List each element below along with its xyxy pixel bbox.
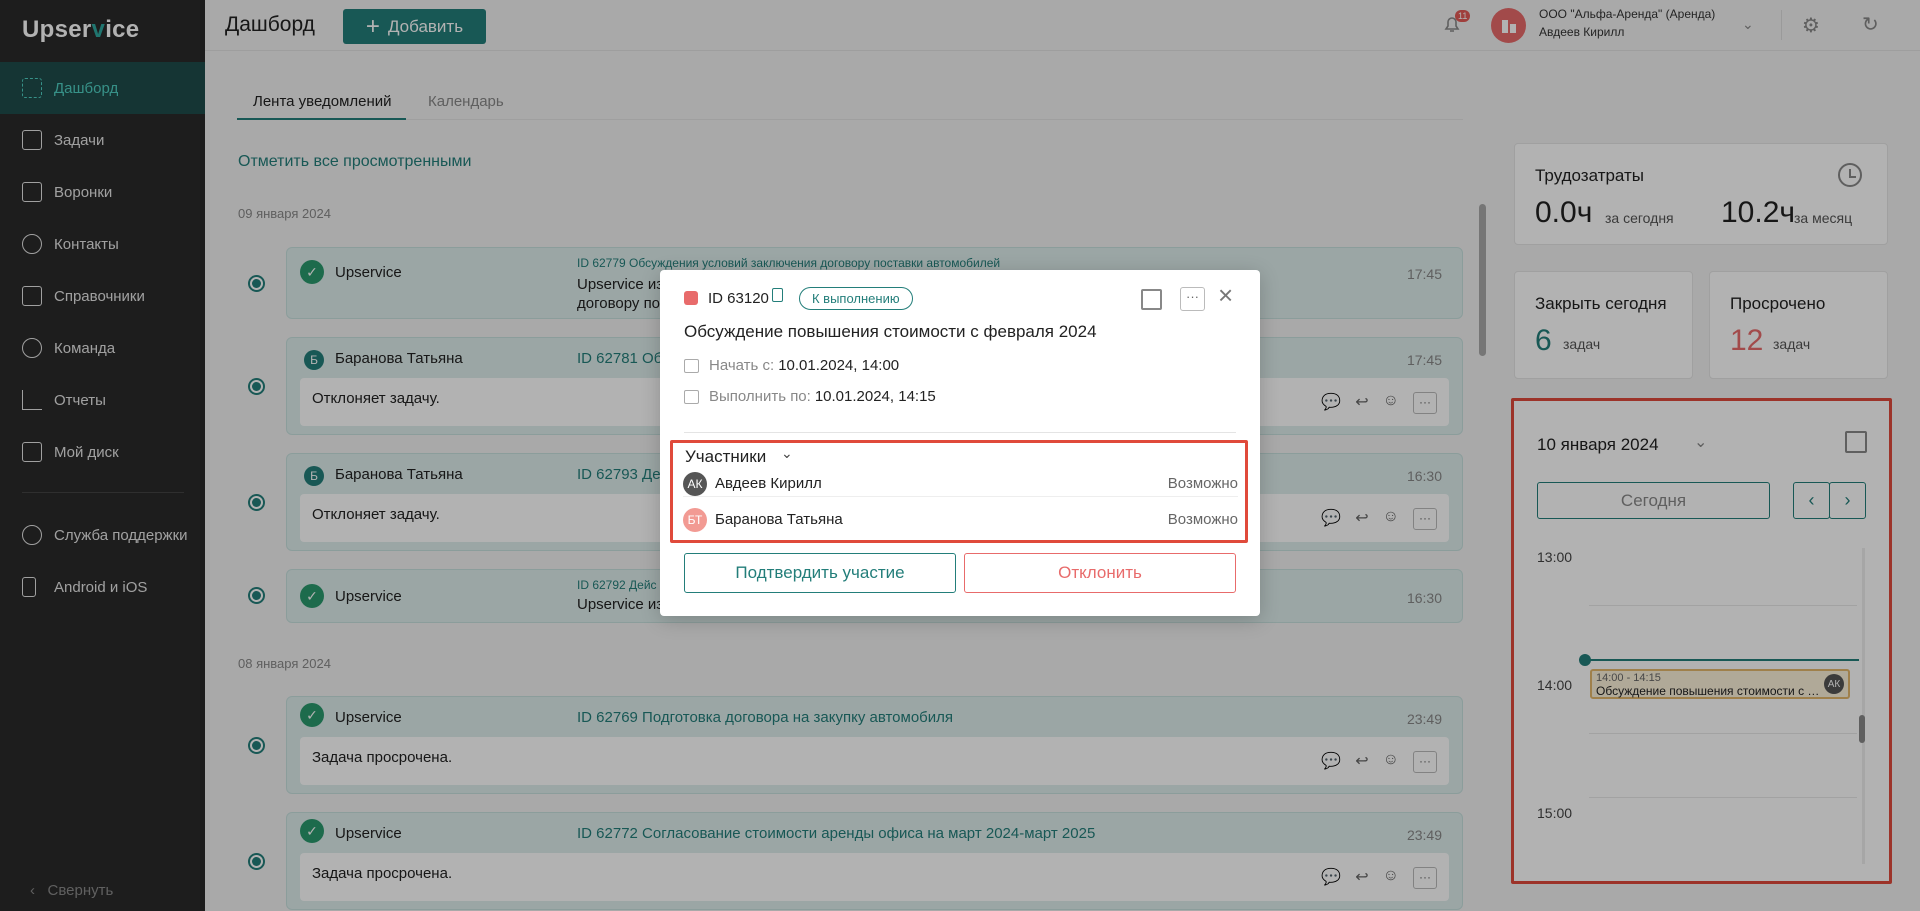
avatar: БТ — [683, 508, 707, 532]
modal-divider — [684, 432, 1236, 433]
copy-icon[interactable] — [772, 288, 783, 302]
calendar-icon — [684, 358, 699, 373]
participant-name: Баранова Татьяна — [715, 511, 843, 528]
participant-row: БТ Баранова Татьяна Возможно — [683, 506, 1238, 532]
confirm-participation-button[interactable]: Подтвердить участие — [684, 553, 956, 593]
participant-divider — [683, 496, 1238, 497]
task-modal: ID 63120 К выполнению ··· × Обсуждение п… — [660, 270, 1260, 616]
status-badge[interactable]: К выполнению — [799, 287, 913, 310]
start-date-row: Начать с: 10.01.2024, 14:00 — [684, 357, 899, 374]
participant-row: АК Авдеев Кирилл Возможно — [683, 470, 1238, 496]
open-external-icon[interactable] — [1141, 289, 1162, 310]
flag-icon — [684, 291, 698, 305]
more-icon[interactable]: ··· — [1180, 287, 1205, 311]
due-date: 10.01.2024, 14:15 — [814, 388, 936, 405]
participants-section: Участники ⌄ АК Авдеев Кирилл Возможно БТ… — [670, 440, 1248, 543]
participants-header[interactable]: Участники — [685, 447, 766, 467]
start-date: 10.01.2024, 14:00 — [778, 357, 900, 374]
due-date-row: Выполнить по: 10.01.2024, 14:15 — [684, 388, 936, 405]
task-id: ID 63120 — [708, 290, 769, 307]
modal-title: Обсуждение повышения стоимости с февраля… — [684, 322, 1097, 341]
participant-name: Авдеев Кирилл — [715, 475, 822, 492]
participant-status: Возможно — [1167, 511, 1238, 528]
decline-button[interactable]: Отклонить — [964, 553, 1236, 593]
close-icon[interactable]: × — [1218, 282, 1233, 308]
avatar: АК — [683, 472, 707, 496]
participant-status: Возможно — [1167, 475, 1238, 492]
chevron-down-icon[interactable]: ⌄ — [781, 445, 793, 462]
calendar-icon — [684, 389, 699, 404]
